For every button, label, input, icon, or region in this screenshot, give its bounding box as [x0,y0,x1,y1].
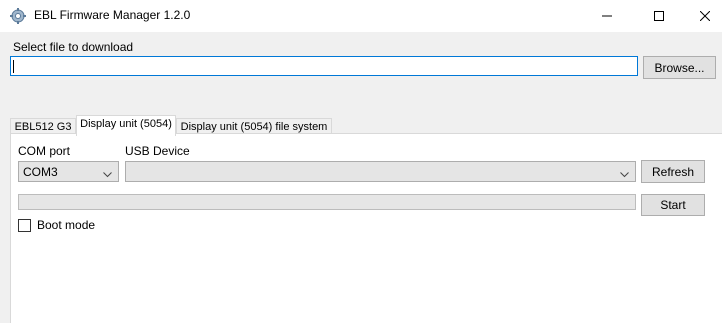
boot-mode-label: Boot mode [37,218,96,232]
progress-bar [18,194,636,210]
com-port-value: COM3 [23,165,58,179]
minimize-button[interactable] [584,0,630,32]
refresh-button[interactable]: Refresh [641,160,705,183]
text-caret [13,60,14,73]
app-window: EBL Firmware Manager 1.2.0 Select file t… [0,0,722,323]
com-port-label: COM port [18,144,71,158]
start-button[interactable]: Start [641,194,705,216]
usb-device-label: USB Device [125,144,190,158]
file-path-input[interactable] [10,56,638,76]
chevron-down-icon [620,167,629,181]
maximize-button[interactable] [636,0,682,32]
maximize-icon [654,11,664,21]
close-icon [700,11,710,21]
browse-button[interactable]: Browse... [643,56,716,79]
close-button[interactable] [682,0,722,32]
title-bar: EBL Firmware Manager 1.2.0 [0,0,722,32]
boot-mode-checkbox[interactable] [18,219,31,232]
com-port-select[interactable]: COM3 [18,161,119,182]
tab-display-unit[interactable]: Display unit (5054) [76,115,176,136]
usb-device-select[interactable] [125,161,636,182]
firmware-manager-icon [10,8,26,24]
select-file-label: Select file to download [13,40,134,54]
tab-panel: COM port USB Device COM3 Refresh Start B… [10,133,722,323]
window-title: EBL Firmware Manager 1.2.0 [34,8,191,22]
chevron-down-icon [103,167,112,181]
minimize-icon [602,15,612,17]
